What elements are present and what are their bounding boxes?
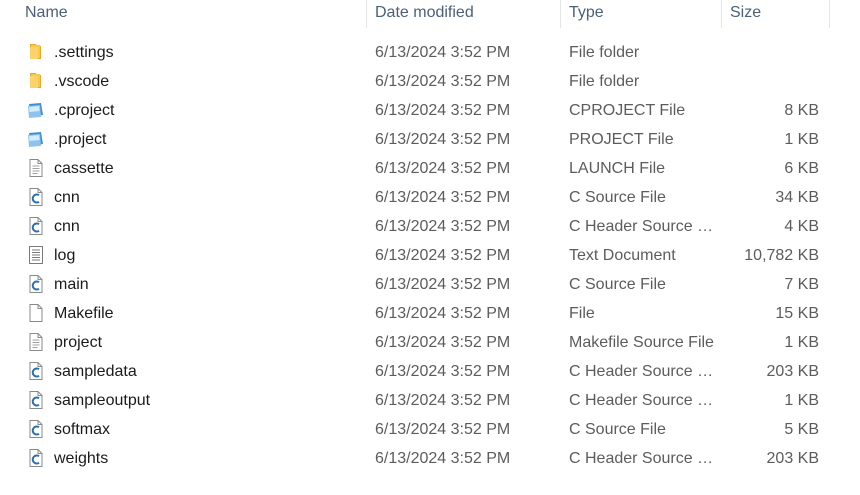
file-name: cassette xyxy=(54,160,114,177)
c-file-icon xyxy=(26,419,46,439)
file-type: PROJECT File xyxy=(569,131,674,148)
file-date-modified: 6/13/2024 3:52 PM xyxy=(375,44,511,61)
file-size: 1 KB xyxy=(784,392,819,409)
text-file-icon xyxy=(26,158,46,178)
text-document-icon xyxy=(26,245,46,265)
file-type: C Source File xyxy=(569,189,666,206)
file-type: Text Document xyxy=(569,247,676,264)
file-type: C Source File xyxy=(569,421,666,438)
column-header-row: Name Date modified Type Size xyxy=(0,0,860,28)
file-date-modified: 6/13/2024 3:52 PM xyxy=(375,131,511,148)
file-date-modified: 6/13/2024 3:52 PM xyxy=(375,334,511,351)
text-file-icon xyxy=(26,332,46,352)
file-name: Makefile xyxy=(54,305,114,322)
file-name: log xyxy=(54,247,76,264)
file-size: 15 KB xyxy=(775,305,819,322)
file-name: sampleoutput xyxy=(54,392,151,409)
file-row[interactable]: cassette 6/13/2024 3:52 PM LAUNCH File 6 KB xyxy=(0,154,830,183)
file-date-modified: 6/13/2024 3:52 PM xyxy=(375,247,511,264)
file-type: File folder xyxy=(569,73,640,90)
file-type: LAUNCH File xyxy=(569,160,666,177)
file-size xyxy=(722,38,819,67)
file-size: 10,782 KB xyxy=(744,247,819,264)
file-type: File xyxy=(569,305,595,322)
file-row[interactable]: cnn 6/13/2024 3:52 PM C Header Source F...… xyxy=(0,212,830,241)
file-size: 5 KB xyxy=(784,421,819,438)
file-row[interactable]: main 6/13/2024 3:52 PM C Source File 7 KB xyxy=(0,270,830,299)
file-name: softmax xyxy=(54,421,111,438)
file-size: 1 KB xyxy=(784,334,819,351)
file-type: Makefile Source File xyxy=(569,334,714,351)
c-file-icon xyxy=(26,390,46,410)
column-header-size[interactable]: Size xyxy=(722,0,830,28)
file-size: 34 KB xyxy=(775,189,819,206)
file-row[interactable]: .settings 6/13/2024 3:52 PM File folder xyxy=(0,38,830,67)
file-date-modified: 6/13/2024 3:52 PM xyxy=(375,450,511,467)
file-name: main xyxy=(54,276,89,293)
file-name: .cproject xyxy=(54,102,115,119)
file-row[interactable]: Makefile 6/13/2024 3:52 PM File 15 KB xyxy=(0,299,830,328)
file-name: weights xyxy=(54,450,109,467)
file-date-modified: 6/13/2024 3:52 PM xyxy=(375,160,511,177)
file-row[interactable]: .project 6/13/2024 3:52 PM PROJECT File 1 K… xyxy=(0,125,830,154)
c-file-icon xyxy=(26,361,46,381)
file-row[interactable]: project 6/13/2024 3:52 PM Makefile Source … xyxy=(0,328,830,357)
file-type: C Source File xyxy=(569,276,666,293)
file-date-modified: 6/13/2024 3:52 PM xyxy=(375,189,511,206)
file-size xyxy=(722,67,819,96)
project-file-icon xyxy=(26,129,46,149)
file-row[interactable]: .cproject 6/13/2024 3:52 PM CPROJECT File 8… xyxy=(0,96,830,125)
file-type: C Header Source F... xyxy=(569,363,717,380)
file-row[interactable]: softmax 6/13/2024 3:52 PM C Source File 5 K… xyxy=(0,415,830,444)
file-date-modified: 6/13/2024 3:52 PM xyxy=(375,421,511,438)
c-file-icon xyxy=(26,448,46,468)
file-size: 203 KB xyxy=(766,363,819,380)
file-size: 1 KB xyxy=(784,131,819,148)
file-row[interactable]: cnn 6/13/2024 3:52 PM C Source File 34 KB xyxy=(0,183,830,212)
file-list: .settings 6/13/2024 3:52 PM File folder .vs… xyxy=(0,38,860,473)
file-size: 7 KB xyxy=(784,276,819,293)
c-file-icon xyxy=(26,187,46,207)
column-header-date-modified[interactable]: Date modified xyxy=(367,0,560,28)
folder-icon xyxy=(26,42,46,62)
file-size: 8 KB xyxy=(784,102,819,119)
file-row[interactable]: sampledata 6/13/2024 3:52 PM C Header Sour… xyxy=(0,357,830,386)
file-size: 4 KB xyxy=(784,218,819,235)
file-name: .project xyxy=(54,131,107,148)
file-name: cnn xyxy=(54,218,80,235)
file-size: 6 KB xyxy=(784,160,819,177)
file-type: C Header Source F... xyxy=(569,450,717,467)
file-type: CPROJECT File xyxy=(569,102,686,119)
file-type: C Header Source F... xyxy=(569,218,717,235)
file-date-modified: 6/13/2024 3:52 PM xyxy=(375,363,511,380)
file-size: 203 KB xyxy=(766,450,819,467)
file-name: project xyxy=(54,334,103,351)
column-header-name[interactable]: Name xyxy=(17,0,366,28)
file-name: cnn xyxy=(54,189,80,206)
file-row[interactable]: log 6/13/2024 3:52 PM Text Document 10,782 … xyxy=(0,241,830,270)
file-type: C Header Source F... xyxy=(569,392,717,409)
file-date-modified: 6/13/2024 3:52 PM xyxy=(375,73,511,90)
file-date-modified: 6/13/2024 3:52 PM xyxy=(375,392,511,409)
file-row[interactable]: sampleoutput 6/13/2024 3:52 PM C Header So… xyxy=(0,386,830,415)
folder-icon xyxy=(26,71,46,91)
file-type: File folder xyxy=(569,44,640,61)
column-header-type[interactable]: Type xyxy=(561,0,721,28)
file-name: sampledata xyxy=(54,363,137,380)
file-name: .settings xyxy=(54,44,114,61)
file-date-modified: 6/13/2024 3:52 PM xyxy=(375,305,511,322)
file-row[interactable]: weights 6/13/2024 3:52 PM C Header Source … xyxy=(0,444,830,473)
file-name: .vscode xyxy=(54,73,110,90)
c-file-icon xyxy=(26,216,46,236)
file-row[interactable]: .vscode 6/13/2024 3:52 PM File folder xyxy=(0,67,830,96)
c-file-icon xyxy=(26,274,46,294)
file-date-modified: 6/13/2024 3:52 PM xyxy=(375,276,511,293)
project-file-icon xyxy=(26,100,46,120)
file-date-modified: 6/13/2024 3:52 PM xyxy=(375,102,511,119)
file-date-modified: 6/13/2024 3:52 PM xyxy=(375,218,511,235)
column-divider[interactable] xyxy=(829,0,830,28)
blank-file-icon xyxy=(26,303,46,323)
